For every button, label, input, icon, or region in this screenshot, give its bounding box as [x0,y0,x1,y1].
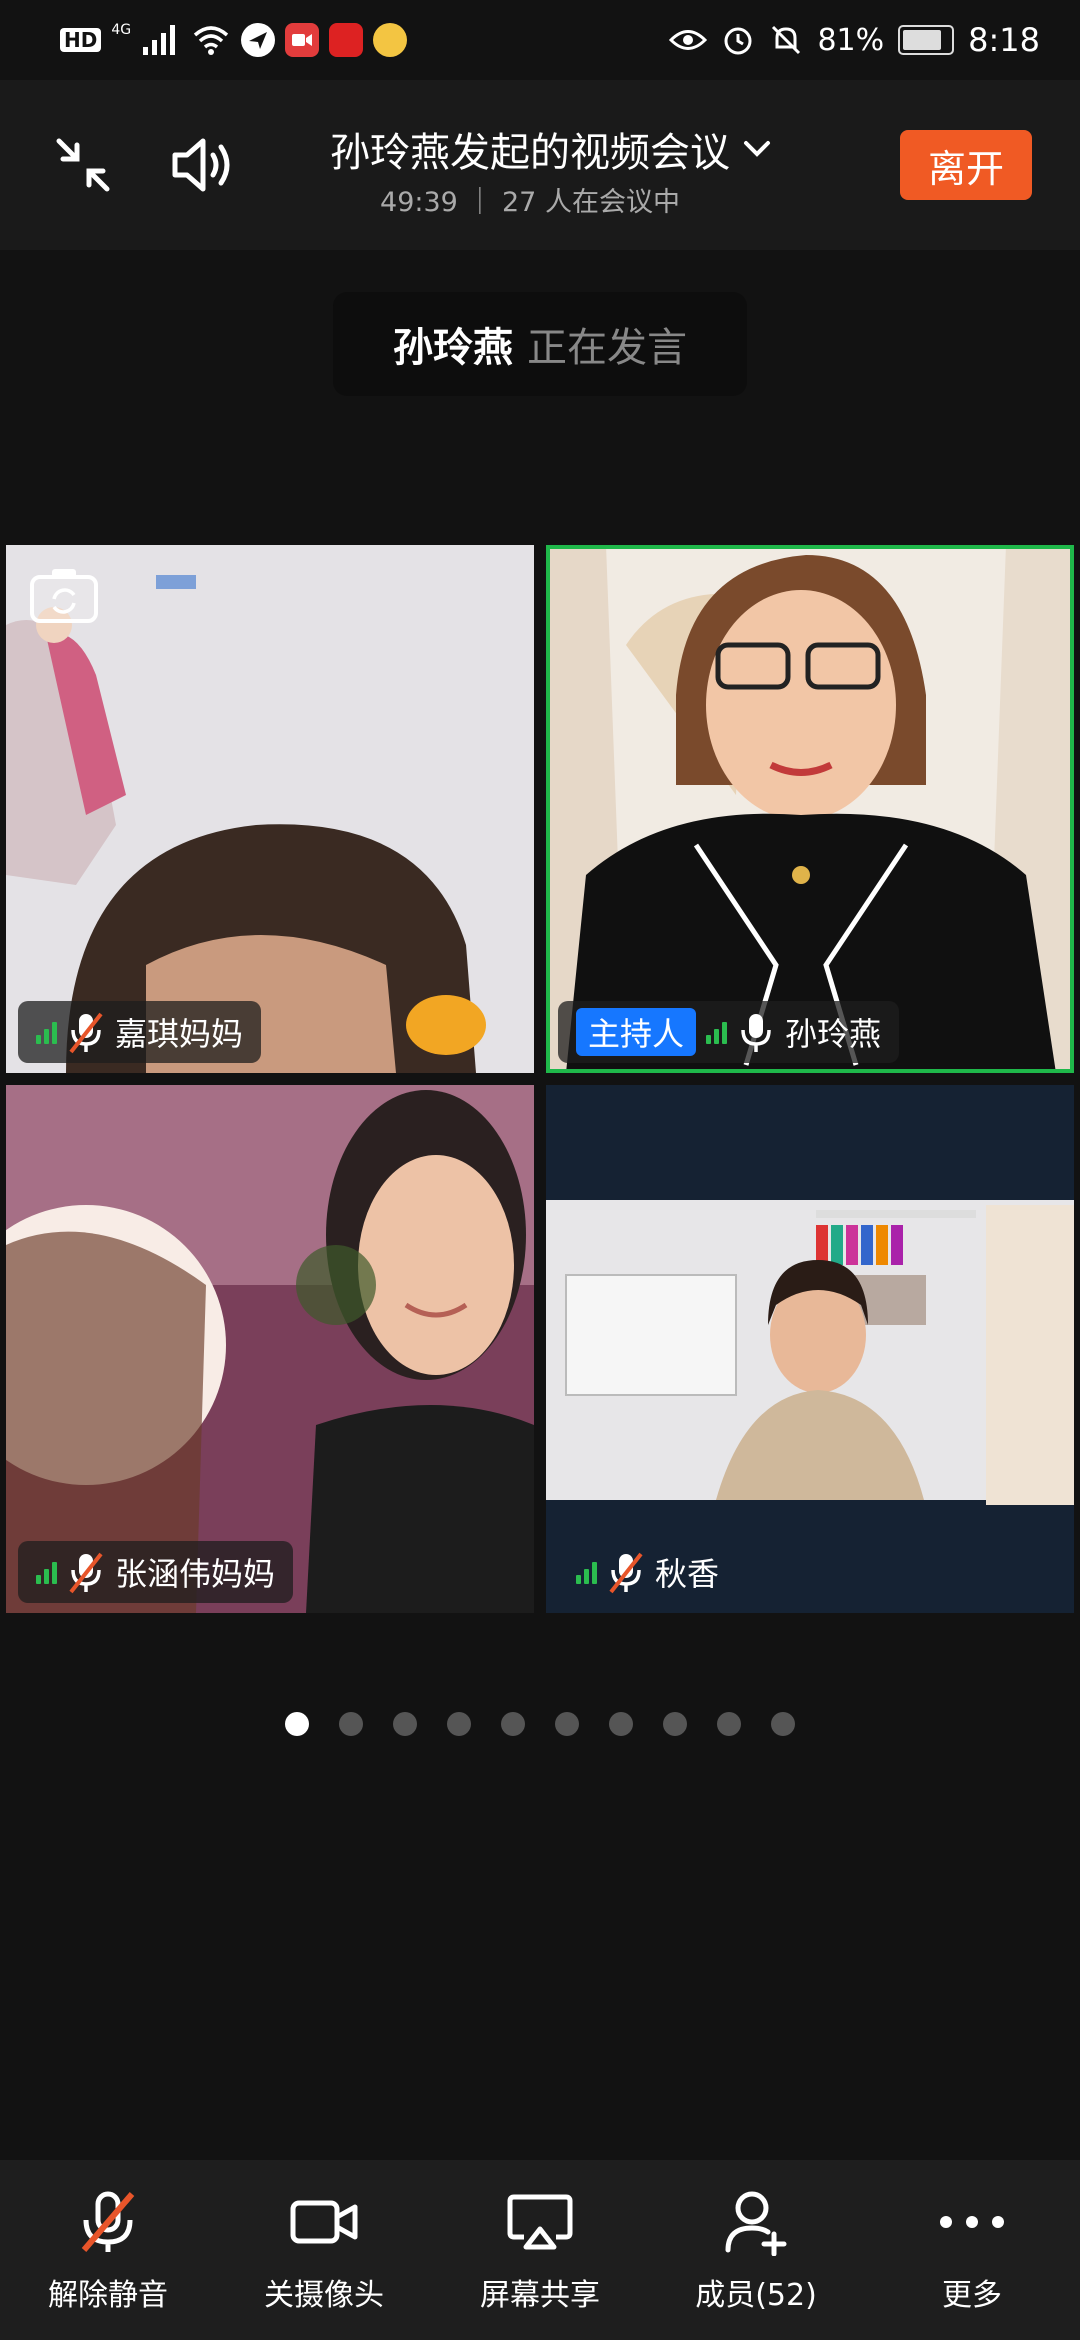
screen-share-icon [507,2194,573,2250]
app-icon-video [285,23,320,57]
minimize-button[interactable] [48,130,118,200]
video-tile[interactable]: 嘉琪妈妈 [6,545,534,1073]
meeting-title: 孙玲燕发起的视频会议 [330,130,730,176]
bell-off-icon [772,25,801,55]
page-dot[interactable] [717,1712,741,1736]
app-icon-avatar [373,23,408,57]
video-camera-icon [290,2200,358,2244]
active-speaker-banner: 孙玲燕 正在发言 [333,292,747,396]
participant-label: 嘉琪妈妈 [18,1001,262,1063]
bottom-toolbar: 解除静音 关摄像头 屏幕共享 成员(52) 更多 [0,2160,1080,2340]
camera-switch-icon[interactable] [28,565,100,625]
app-icon-red [329,23,364,57]
participant-label: 秋香 [558,1541,737,1603]
unmute-button[interactable]: 解除静音 [8,2186,208,2314]
screen-share-button[interactable]: 屏幕共享 [440,2186,640,2314]
leave-button[interactable]: 离开 [900,130,1032,200]
camera-toggle-button[interactable]: 关摄像头 [224,2186,424,2314]
participant-name: 秋香 [655,1555,720,1593]
mic-muted-icon [609,1552,643,1594]
speaker-button[interactable] [168,130,238,200]
more-icon [940,2216,1004,2228]
meeting-title-button[interactable]: 孙玲燕发起的视频会议 [290,120,770,178]
wifi-icon [193,26,229,55]
more-button[interactable]: 更多 [872,2186,1072,2314]
active-speaker-name: 孙玲燕 [393,325,513,371]
battery-icon [898,25,955,55]
battery-percent: 81% [817,22,885,58]
participant-video [6,1085,534,1613]
mic-muted-icon [69,1552,103,1594]
eye-icon [669,30,708,50]
page-dot[interactable] [339,1712,363,1736]
unmute-label: 解除静音 [48,2278,168,2313]
page-dot[interactable] [555,1712,579,1736]
active-speaker-state: 正在发言 [527,325,687,371]
page-dot[interactable] [447,1712,471,1736]
participant-label: 张涵伟妈妈 [18,1541,294,1603]
page-dot[interactable] [501,1712,525,1736]
meeting-subtitle: 49:39 ｜ 27 人在会议中 [380,187,680,218]
members-button[interactable]: 成员(52) [656,2186,856,2314]
participant-name: 孙玲燕 [785,1015,882,1053]
network-type: 4G [111,22,132,38]
members-label: 成员(52) [695,2278,817,2313]
page-dot[interactable] [663,1712,687,1736]
speaker-icon [172,138,230,192]
more-label: 更多 [942,2278,1002,2313]
app-icon-plane [241,23,276,57]
camera-label: 关摄像头 [264,2278,384,2313]
page-dot[interactable] [393,1712,417,1736]
minimize-icon [56,138,110,192]
mic-muted-icon [81,2191,135,2252]
video-tile[interactable]: 秋香 [546,1085,1074,1613]
video-tile[interactable]: 主持人 孙玲燕 [546,545,1074,1073]
chevron-down-icon[interactable] [740,132,774,166]
page-dot[interactable] [285,1712,309,1736]
participant-video [546,545,1074,1073]
participant-label: 主持人 孙玲燕 [558,1001,900,1063]
page-dot[interactable] [771,1712,795,1736]
page-dot[interactable] [609,1712,633,1736]
mic-icon [741,1014,771,1052]
add-member-icon [725,2191,787,2256]
signal-icon [706,1020,728,1044]
cell-signal-icon [143,25,176,55]
signal-icon [36,1560,57,1584]
hd-indicator: HD [60,28,102,52]
signal-icon [576,1560,597,1584]
host-badge: 主持人 [576,1008,697,1056]
screen-share-label: 屏幕共享 [480,2278,600,2313]
status-left-icons: HD 4G [60,18,408,62]
alarm-icon [724,27,752,55]
signal-icon [36,1020,57,1044]
participant-name: 嘉琪妈妈 [115,1015,244,1053]
page-indicator [0,1712,1080,1736]
meeting-header: 孙玲燕发起的视频会议 49:39 ｜ 27 人在会议中 离开 [0,80,1080,250]
mic-muted-icon [69,1012,103,1054]
status-bar: HD 4G 81% 8:18 [0,0,1080,80]
status-right-icons: 81% 8:18 [669,18,1040,62]
participant-video [546,1085,1074,1613]
video-tile[interactable]: 张涵伟妈妈 [6,1085,534,1613]
clock: 8:18 [968,21,1040,59]
participant-name: 张涵伟妈妈 [115,1555,276,1593]
